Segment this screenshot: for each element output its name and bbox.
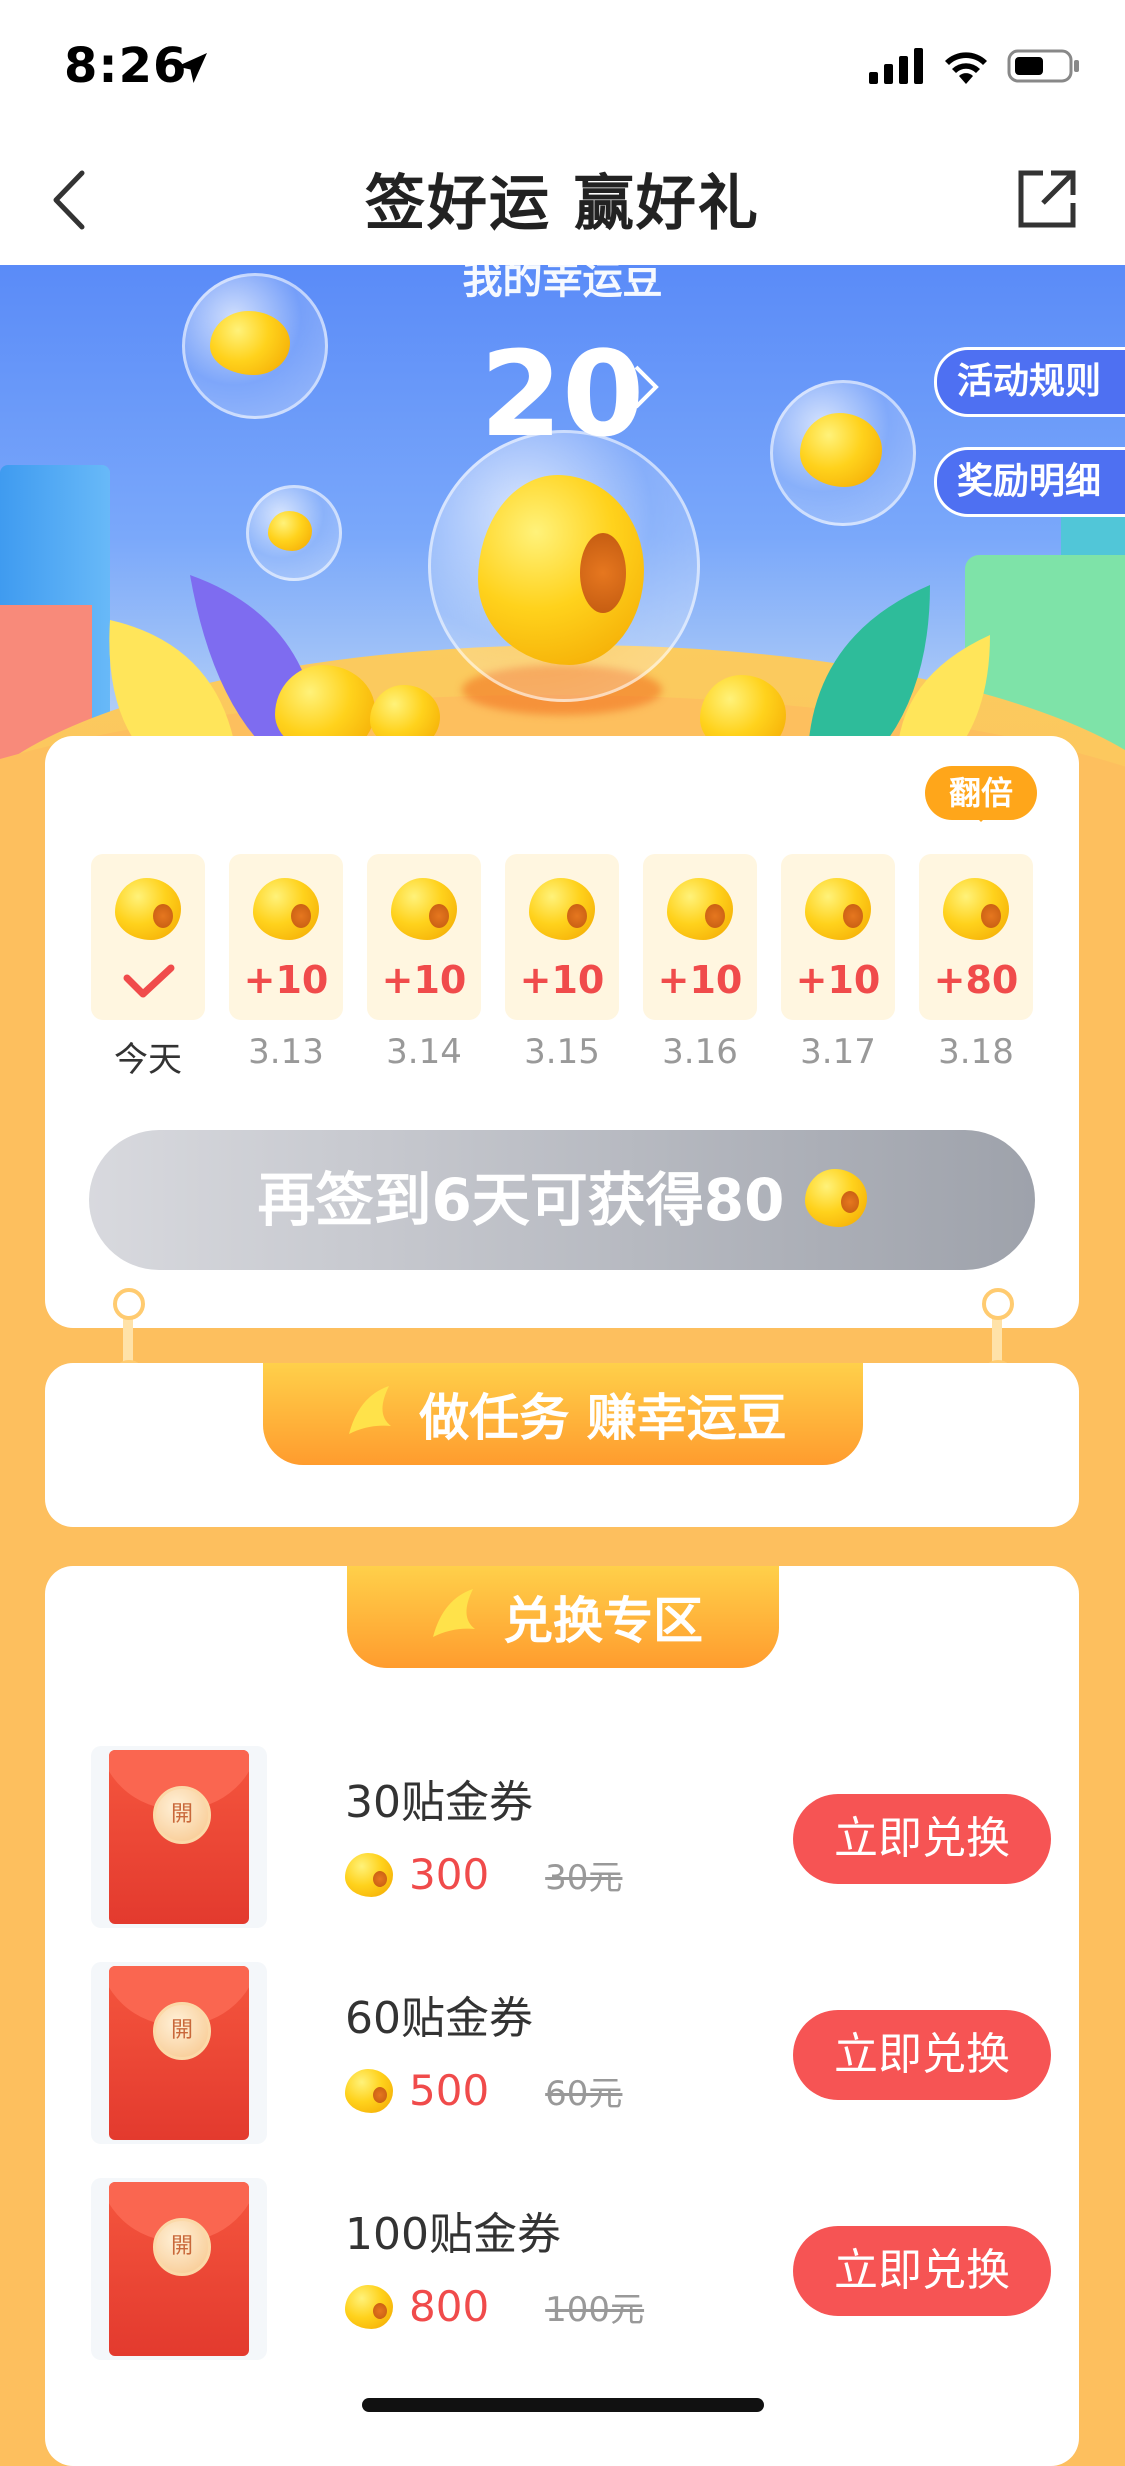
list-item: 開 100贴金券 800 100元 立即兑换 <box>91 2178 1051 2360</box>
bean-icon <box>805 878 871 940</box>
coupon-thumbnail: 開 <box>91 2178 267 2360</box>
exchange-header-label: 兑换专区 <box>503 1592 703 1650</box>
signin-button[interactable]: 再签到6天可获得80 <box>89 1130 1035 1270</box>
signin-card: 翻倍 今天 +10 3.13 +10 3.14 +10 3.15 +10 3.1… <box>45 736 1079 1328</box>
nav-bar: 签好运 赢好礼 <box>0 135 1125 265</box>
day-item[interactable]: +10 3.17 <box>781 854 895 1081</box>
seal-text: 開 <box>153 2218 211 2276</box>
coupon-title: 100贴金券 <box>345 2209 561 2260</box>
decor-ring <box>982 1288 1014 1320</box>
day-date: 3.13 <box>248 1032 324 1072</box>
red-envelope-icon: 開 <box>109 2182 249 2356</box>
day-item[interactable]: +80 3.18 <box>919 854 1033 1081</box>
seal-text: 開 <box>153 2002 211 2060</box>
coupon-price: 300 <box>409 1850 490 1899</box>
day-item[interactable]: +10 3.15 <box>505 854 619 1081</box>
day-box: +80 <box>919 854 1033 1020</box>
day-reward: +10 <box>519 958 605 1002</box>
double-badge: 翻倍 <box>925 766 1037 822</box>
redeem-button[interactable]: 立即兑换 <box>793 2226 1051 2316</box>
bean-icon <box>800 413 882 487</box>
location-arrow-icon <box>177 53 207 83</box>
day-item[interactable]: +10 3.13 <box>229 854 343 1081</box>
day-box: +10 <box>367 854 481 1020</box>
seal-text: 開 <box>153 1786 211 1844</box>
bean-icon <box>345 2068 393 2113</box>
bean-icon <box>345 2284 393 2329</box>
bean-icon <box>210 311 290 375</box>
redeem-button[interactable]: 立即兑换 <box>793 1794 1051 1884</box>
day-date: 3.14 <box>386 1032 462 1072</box>
status-time: 8:26 <box>64 38 188 94</box>
coupon-cost: 800 100元 <box>345 2282 644 2331</box>
list-item: 開 30贴金券 300 30元 立即兑换 <box>91 1746 1051 1928</box>
day-box: +10 <box>643 854 757 1020</box>
coupon-thumbnail: 開 <box>91 1746 267 1928</box>
bean-icon <box>667 878 733 940</box>
day-date: 今天 <box>114 1040 182 1080</box>
day-box: +10 <box>505 854 619 1020</box>
home-indicator <box>362 2398 764 2412</box>
share-icon[interactable] <box>1015 167 1079 231</box>
check-icon <box>123 964 175 998</box>
redeem-button[interactable]: 立即兑换 <box>793 2010 1051 2100</box>
signin-days: 今天 +10 3.13 +10 3.14 +10 3.15 +10 3.16 +… <box>91 854 1033 1081</box>
chevron-right-icon[interactable] <box>632 363 660 411</box>
tasks-header: 做任务 赚幸运豆 <box>263 1363 863 1465</box>
day-date: 3.17 <box>800 1032 876 1072</box>
day-box: +10 <box>781 854 895 1020</box>
day-reward: +10 <box>657 958 743 1002</box>
coupon-title: 30贴金券 <box>345 1777 533 1828</box>
wifi-icon <box>945 52 987 84</box>
day-item[interactable]: +10 3.16 <box>643 854 757 1081</box>
day-date: 3.16 <box>662 1032 738 1072</box>
red-envelope-icon: 開 <box>109 1966 249 2140</box>
day-reward: +10 <box>243 958 329 1002</box>
coupon-price: 500 <box>409 2066 490 2115</box>
day-date: 3.15 <box>524 1032 600 1072</box>
bean-icon <box>943 878 1009 940</box>
coupon-original-value: 60元 <box>545 2074 623 2114</box>
main-bean-mark <box>580 533 626 613</box>
coupon-thumbnail: 開 <box>91 1962 267 2144</box>
bean-icon <box>115 878 181 940</box>
exchange-card: 兑换专区 開 30贴金券 300 30元 立即兑换 開 60贴金券 500 60… <box>45 1566 1079 2466</box>
exchange-header: 兑换专区 <box>347 1566 779 1668</box>
bean-icon <box>268 511 312 551</box>
coupon-original-value: 30元 <box>545 1858 623 1898</box>
day-item-today[interactable]: 今天 <box>91 854 205 1081</box>
bean-icon <box>345 1852 393 1897</box>
list-item: 開 60贴金券 500 60元 立即兑换 <box>91 1962 1051 2144</box>
cellular-signal-icon <box>869 48 923 84</box>
tasks-card: 做任务 赚幸运豆 <box>45 1363 1079 1527</box>
decor-ring <box>113 1288 145 1320</box>
status-bar: 8:26 <box>0 0 1125 135</box>
bean-icon <box>804 1168 867 1227</box>
lightning-icon <box>349 1386 392 1434</box>
day-box <box>91 854 205 1020</box>
coupon-cost: 500 60元 <box>345 2066 622 2115</box>
day-reward: +10 <box>795 958 881 1002</box>
signin-button-label: 再签到6天可获得80 <box>257 1166 785 1234</box>
bean-icon <box>391 878 457 940</box>
coupon-cost: 300 30元 <box>345 1850 622 1899</box>
lightning-icon <box>433 1589 475 1637</box>
coupon-price: 800 <box>409 2282 490 2331</box>
red-envelope-icon: 開 <box>109 1750 249 1924</box>
day-reward: +80 <box>933 958 1019 1002</box>
rules-button[interactable]: 活动规则 <box>933 347 1125 417</box>
day-reward: +10 <box>381 958 467 1002</box>
coupon-original-value: 100元 <box>545 2290 645 2330</box>
day-box: +10 <box>229 854 343 1020</box>
coupon-title: 60贴金券 <box>345 1993 533 2044</box>
day-item[interactable]: +10 3.14 <box>367 854 481 1081</box>
day-date: 3.18 <box>938 1032 1014 1072</box>
hero-subtitle: 我的幸运豆 <box>462 265 663 303</box>
tasks-header-label: 做任务 赚幸运豆 <box>419 1389 787 1447</box>
reward-detail-button[interactable]: 奖励明细 <box>933 447 1125 517</box>
page-title: 签好运 赢好礼 <box>365 169 760 239</box>
bean-icon <box>529 878 595 940</box>
bean-icon <box>253 878 319 940</box>
battery-icon <box>1007 49 1079 83</box>
